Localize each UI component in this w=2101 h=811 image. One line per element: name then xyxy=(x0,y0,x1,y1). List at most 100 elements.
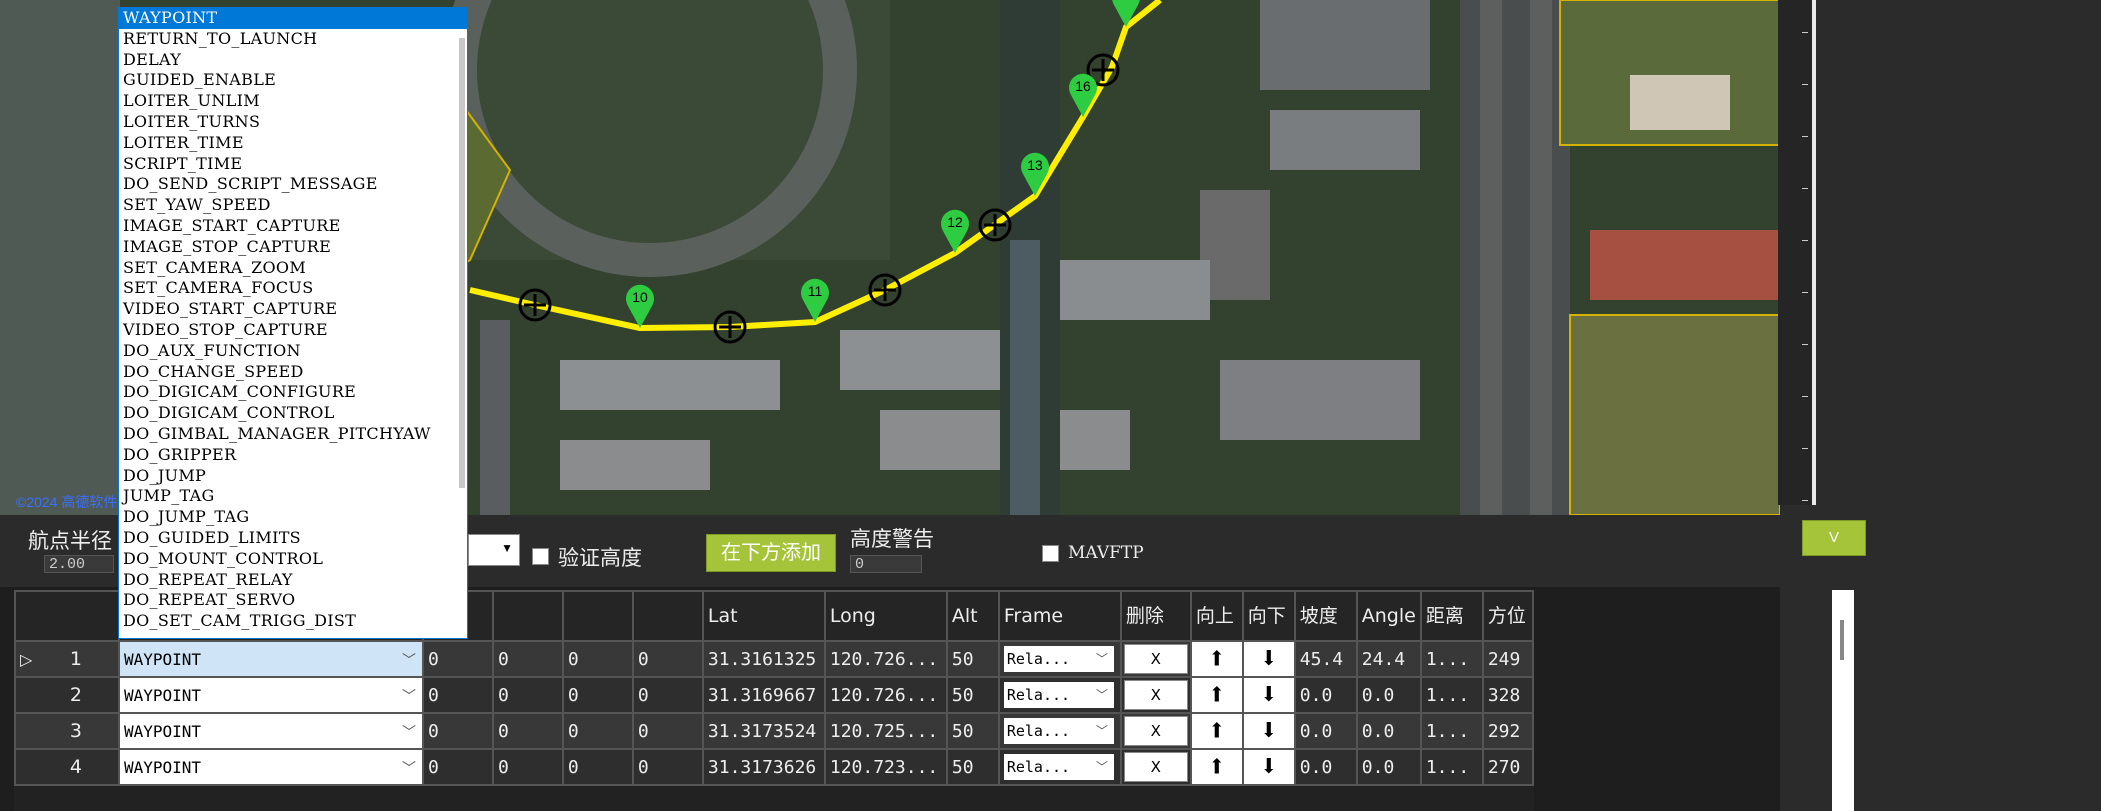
command-option[interactable]: DO_SEND_SCRIPT_MESSAGE xyxy=(119,174,467,195)
distance-cell: 1... xyxy=(1419,712,1484,750)
command-option[interactable]: LOITER_TURNS xyxy=(119,112,467,133)
command-option[interactable]: DO_REPEAT_SERVO xyxy=(119,590,467,611)
command-option[interactable]: DELAY xyxy=(119,50,467,71)
command-option[interactable]: SCRIPT_TIME xyxy=(119,154,467,175)
long-cell[interactable]: 120.725... xyxy=(823,712,948,750)
arrow-up-icon[interactable]: ⬆ xyxy=(1208,680,1226,710)
angle-cell: 0.0 xyxy=(1355,748,1422,786)
command-option[interactable]: IMAGE_STOP_CAPTURE xyxy=(119,237,467,258)
param1-cell[interactable]: 0 xyxy=(421,676,494,714)
height-warning-input[interactable]: 0 xyxy=(850,555,922,573)
command-option[interactable]: DO_GRIPPER xyxy=(119,445,467,466)
delete-button[interactable]: X xyxy=(1123,680,1188,710)
command-option[interactable]: DO_GUIDED_LIMITS xyxy=(119,528,467,549)
command-select[interactable]: WAYPOINT ﹀ xyxy=(117,676,424,714)
delete-button[interactable]: X xyxy=(1123,644,1188,674)
command-option[interactable]: DO_DIGICAM_CONTROL xyxy=(119,403,467,424)
arrow-down-icon[interactable]: ⬇ xyxy=(1260,644,1278,674)
dropdown-scrollbar[interactable] xyxy=(459,38,465,488)
v-button[interactable]: V xyxy=(1802,520,1866,556)
grid-scrollbar[interactable] xyxy=(1832,590,1854,811)
command-option[interactable]: DO_CHANGE_SPEED xyxy=(119,362,467,383)
command-option[interactable]: SET_CAMERA_FOCUS xyxy=(119,278,467,299)
param3-cell[interactable]: 0 xyxy=(561,676,634,714)
param3-cell[interactable]: 0 xyxy=(561,640,634,678)
lat-cell[interactable]: 31.3173524 xyxy=(701,712,826,750)
lat-cell[interactable]: 31.3169667 xyxy=(701,676,826,714)
long-cell[interactable]: 120.726... xyxy=(823,676,948,714)
frame-select[interactable]: Rela... ﹀ xyxy=(1003,718,1114,744)
add-below-button[interactable]: 在下方添加 xyxy=(706,534,836,572)
verify-height-checkbox[interactable] xyxy=(532,548,549,565)
param1-cell[interactable]: 0 xyxy=(421,748,494,786)
command-select[interactable]: WAYPOINT ﹀ xyxy=(117,748,424,786)
grid-scrollbar-thumb[interactable] xyxy=(1840,620,1844,660)
arrow-down-icon[interactable]: ⬇ xyxy=(1260,752,1278,782)
command-option[interactable]: SET_CAMERA_ZOOM xyxy=(119,258,467,279)
command-option[interactable]: JUMP_TAG xyxy=(119,486,467,507)
arrow-up-icon[interactable]: ⬆ xyxy=(1208,644,1226,674)
alt-cell[interactable]: 50 xyxy=(945,712,1000,750)
lat-cell[interactable]: 31.3173626 xyxy=(701,748,826,786)
param4-cell[interactable]: 0 xyxy=(631,748,704,786)
command-dropdown-list[interactable]: WAYPOINT RETURN_TO_LAUNCH DELAY GUIDED_ENAB… xyxy=(118,7,468,639)
command-option[interactable]: RETURN_TO_LAUNCH xyxy=(119,29,467,50)
move-down-cell: ⬇ xyxy=(1241,748,1296,786)
command-option[interactable]: DO_GIMBAL_MANAGER_PITCHYAW xyxy=(119,424,467,445)
param3-cell[interactable]: 0 xyxy=(561,748,634,786)
command-option[interactable]: IMAGE_START_CAPTURE xyxy=(119,216,467,237)
command-option[interactable]: DO_JUMP xyxy=(119,466,467,487)
param4-cell[interactable]: 0 xyxy=(631,640,704,678)
altitude-type-select[interactable]: ▼ xyxy=(468,534,520,566)
waypoint-label: 11 xyxy=(808,283,823,299)
command-option[interactable]: LOITER_TIME xyxy=(119,133,467,154)
command-option[interactable]: DO_SET_CAM_TRIGG_DIST xyxy=(119,611,467,632)
frame-select[interactable]: Rela... ﹀ xyxy=(1003,646,1114,672)
arrow-down-icon[interactable]: ⬇ xyxy=(1260,680,1278,710)
command-option[interactable]: VIDEO_START_CAPTURE xyxy=(119,299,467,320)
table-row[interactable]: 4 WAYPOINT ﹀ 0 0 0 0 31.3173626 120.723..… xyxy=(14,748,1535,786)
command-option[interactable]: DO_AUX_FUNCTION xyxy=(119,341,467,362)
alt-cell[interactable]: 50 xyxy=(945,640,1000,678)
command-option[interactable]: SET_YAW_SPEED xyxy=(119,195,467,216)
frame-select[interactable]: Rela... ﹀ xyxy=(1003,754,1114,780)
mavftp-checkbox[interactable] xyxy=(1042,545,1059,562)
param2-cell[interactable]: 0 xyxy=(491,676,564,714)
command-option[interactable]: DO_REPEAT_RELAY xyxy=(119,570,467,591)
arrow-up-icon[interactable]: ⬆ xyxy=(1208,716,1226,746)
param4-cell[interactable]: 0 xyxy=(631,712,704,750)
param3-cell[interactable]: 0 xyxy=(561,712,634,750)
table-row[interactable]: ▷ 1 WAYPOINT ﹀ 0 0 0 0 31.3161325 120.726.… xyxy=(14,640,1535,678)
param2-cell[interactable]: 0 xyxy=(491,748,564,786)
alt-cell[interactable]: 50 xyxy=(945,676,1000,714)
table-row[interactable]: 3 WAYPOINT ﹀ 0 0 0 0 31.3173524 120.725..… xyxy=(14,712,1535,750)
command-select[interactable]: WAYPOINT ﹀ xyxy=(117,640,424,678)
frame-select[interactable]: Rela... ﹀ xyxy=(1003,682,1114,708)
long-cell[interactable]: 120.726... xyxy=(823,640,948,678)
command-option[interactable]: LOITER_UNLIM xyxy=(119,91,467,112)
arrow-down-icon[interactable]: ⬇ xyxy=(1260,716,1278,746)
arrow-up-icon[interactable]: ⬆ xyxy=(1208,752,1226,782)
param1-cell[interactable]: 0 xyxy=(421,640,494,678)
command-option[interactable]: DO_DIGICAM_CONFIGURE xyxy=(119,382,467,403)
command-option[interactable]: GUIDED_ENABLE xyxy=(119,70,467,91)
lat-cell[interactable]: 31.3161325 xyxy=(701,640,826,678)
table-row[interactable]: 2 WAYPOINT ﹀ 0 0 0 0 31.3169667 120.726..… xyxy=(14,676,1535,714)
chevron-down-icon: ﹀ xyxy=(401,653,416,669)
command-select[interactable]: WAYPOINT ﹀ xyxy=(117,712,424,750)
delete-button[interactable]: X xyxy=(1123,752,1188,782)
param2-cell[interactable]: 0 xyxy=(491,640,564,678)
long-cell[interactable]: 120.723... xyxy=(823,748,948,786)
command-option[interactable]: WAYPOINT xyxy=(119,8,467,29)
waypoint-radius-input[interactable]: 2.00 xyxy=(44,555,114,573)
command-option[interactable]: VIDEO_STOP_CAPTURE xyxy=(119,320,467,341)
alt-cell[interactable]: 50 xyxy=(945,748,1000,786)
command-option[interactable]: DO_MOUNT_CONTROL xyxy=(119,549,467,570)
param4-cell[interactable]: 0 xyxy=(631,676,704,714)
command-option[interactable]: DO_JUMP_TAG xyxy=(119,507,467,528)
gradient-cell: 0.0 xyxy=(1293,676,1358,714)
delete-button[interactable]: X xyxy=(1123,716,1188,746)
param2-cell[interactable]: 0 xyxy=(491,712,564,750)
param1-cell[interactable]: 0 xyxy=(421,712,494,750)
col-header-frame: Frame xyxy=(997,590,1122,642)
